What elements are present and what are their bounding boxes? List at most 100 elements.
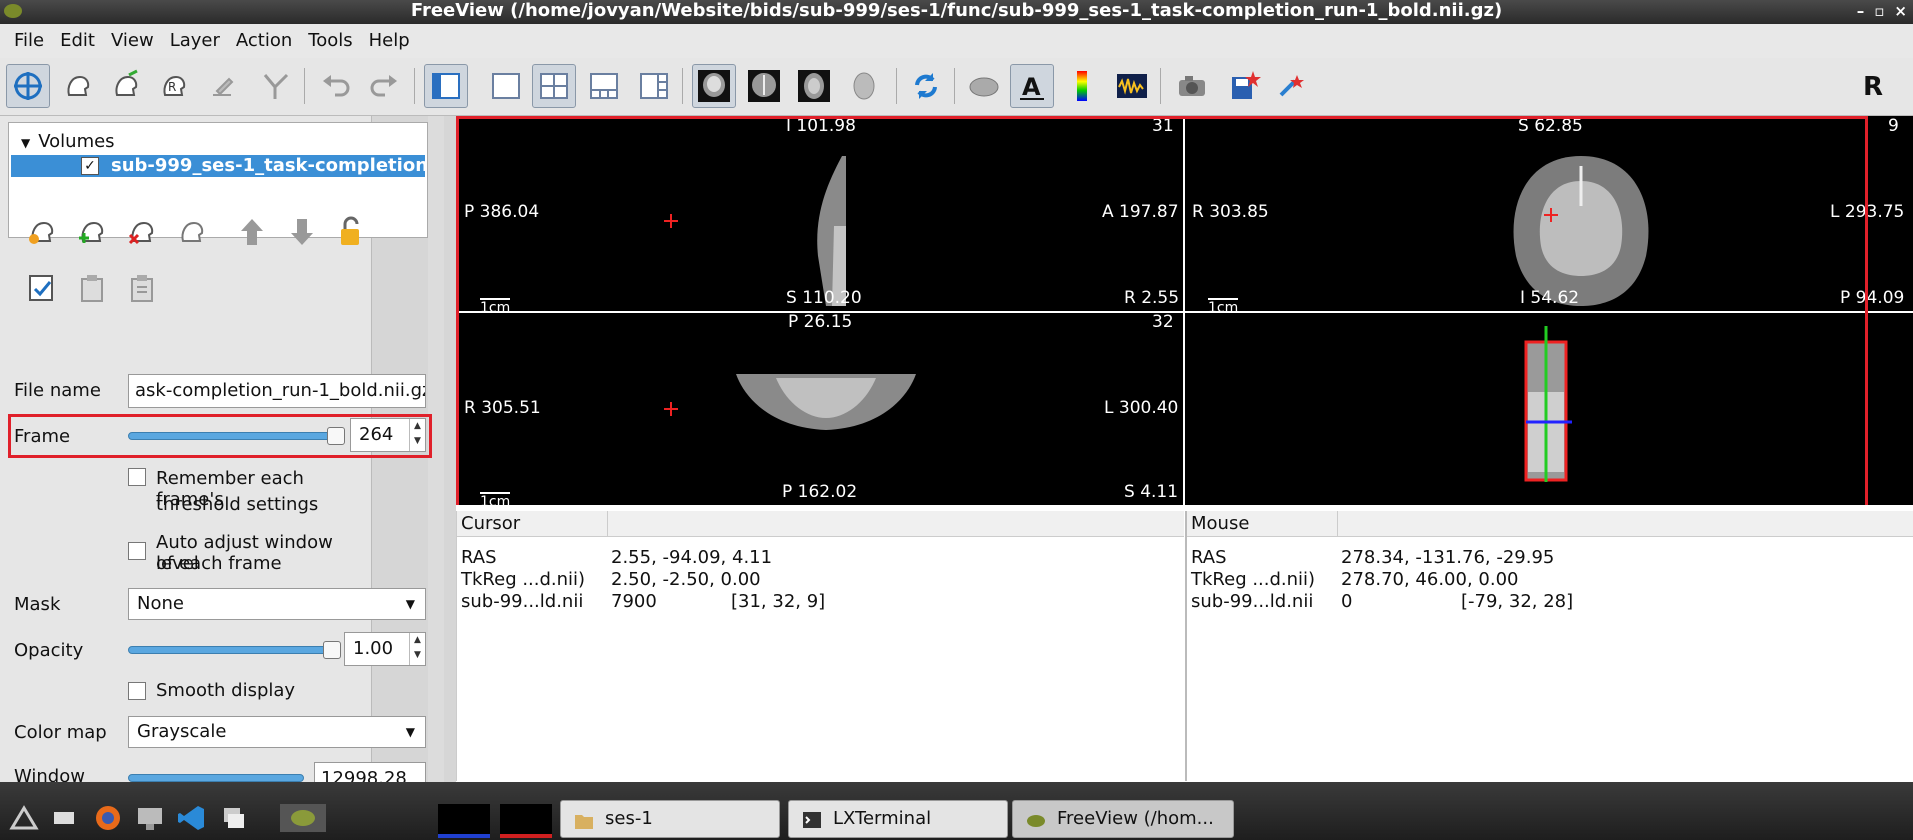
menu-action[interactable]: Action	[228, 24, 300, 58]
navigate-icon[interactable]	[6, 64, 50, 108]
freeview-launcher-icon[interactable]	[278, 802, 328, 834]
view-axial-icon[interactable]	[792, 64, 836, 108]
freeview-icon	[1027, 815, 1045, 827]
copy-icon[interactable]	[72, 268, 112, 308]
view-sagittal-icon[interactable]	[692, 64, 736, 108]
mouse-volume-value[interactable]: 0	[1341, 591, 1352, 612]
smooth-display-checkbox[interactable]	[128, 682, 146, 700]
task-ses-1[interactable]: ses-1	[560, 800, 780, 838]
show-desktop-icon[interactable]	[48, 802, 80, 834]
taskbar: ses-1 LXTerminal FreeView (/hom...	[0, 782, 1913, 840]
menu-help[interactable]: Help	[361, 24, 418, 58]
menu-view[interactable]: View	[103, 24, 162, 58]
cursor-volume-value[interactable]: 7900	[611, 591, 657, 612]
cursor-ras-value[interactable]: 2.55, -94.09, 4.11	[611, 547, 772, 568]
mouse-row-tkreg[interactable]: TkReg ...d.nii) 278.70, 46.00, 0.00	[1191, 569, 1518, 590]
cursor-row-ras[interactable]: RAS 2.55, -94.09, 4.11	[461, 547, 772, 568]
window-switcher-icon[interactable]	[218, 802, 250, 834]
view-3d-icon[interactable]	[842, 64, 886, 108]
undo-icon[interactable]	[314, 64, 358, 108]
paste-icon[interactable]	[122, 268, 162, 308]
surface-icon[interactable]	[962, 64, 1006, 108]
recon-edit-icon[interactable]	[104, 64, 148, 108]
pointset-edit-icon[interactable]	[200, 64, 244, 108]
layout-1-3h-icon[interactable]	[632, 64, 676, 108]
snapshot-icon[interactable]	[1170, 64, 1214, 108]
task-freeview[interactable]: FreeView (/hom...	[1012, 800, 1234, 838]
layer-item-bold[interactable]: sub-999_ses-1_task-completion_run-1_bold	[11, 155, 425, 177]
task-lxterminal[interactable]: LXTerminal	[788, 800, 1008, 838]
mouse-ras-value[interactable]: 278.34, -131.76, -29.95	[1341, 547, 1554, 568]
new-volume-icon[interactable]	[22, 212, 62, 252]
render-view-area[interactable]: I 101.98 31 P 386.04 A 197.87 S 110.20 R…	[456, 116, 1913, 636]
mouse-row-ras[interactable]: RAS 278.34, -131.76, -29.95	[1191, 547, 1554, 568]
transform-icon[interactable]	[1270, 64, 1314, 108]
mouse-tkreg-label: TkReg ...d.nii)	[1191, 569, 1316, 590]
frame-spinbox[interactable]: 264 ▲ ▼	[350, 418, 426, 452]
cursor-row-volume[interactable]: sub-99...ld.nii 7900 [31, 32, 9]	[461, 591, 825, 612]
mouse-tkreg-value[interactable]: 278.70, 46.00, 0.00	[1341, 569, 1518, 590]
opacity-slider[interactable]	[128, 646, 332, 654]
lock-icon[interactable]	[330, 212, 370, 252]
cursor-tkreg-value[interactable]: 2.50, -2.50, 0.00	[611, 569, 761, 590]
monitor-icon[interactable]	[134, 802, 166, 834]
window-slider[interactable]	[128, 774, 304, 782]
frame-slider[interactable]	[128, 432, 338, 440]
firefox-icon[interactable]	[92, 802, 124, 834]
colormap-dropdown[interactable]: Grayscale ▼	[128, 716, 426, 748]
filename-field[interactable]: ask-completion_run-1_bold.nii.gz	[128, 374, 426, 408]
layout-1-3-icon[interactable]	[582, 64, 626, 108]
move-down-icon[interactable]	[282, 212, 322, 252]
smooth-display-label: Smooth display	[156, 680, 296, 701]
layer-group-label: Volumes	[38, 131, 115, 152]
save-icon[interactable]	[1222, 64, 1266, 108]
select-all-icon[interactable]	[22, 268, 62, 308]
layer-visible-checkbox[interactable]: ✓	[81, 157, 99, 175]
vscode-icon[interactable]	[176, 802, 208, 834]
annotation-icon[interactable]: A	[1010, 64, 1054, 108]
toggle-panel-icon[interactable]	[424, 64, 468, 108]
layout-1x1-icon[interactable]	[484, 64, 528, 108]
load-volume-icon[interactable]	[72, 212, 112, 252]
start-menu-icon[interactable]	[8, 802, 40, 834]
close-button[interactable]: ×	[1894, 0, 1907, 22]
remember-frame-label-2: threshold settings	[156, 494, 319, 515]
reset-view-icon[interactable]	[904, 64, 948, 108]
voxel-edit-icon[interactable]	[56, 64, 100, 108]
cursor-info-panel: Cursor RAS 2.55, -94.09, 4.11 TkReg ...d.…	[456, 511, 1184, 781]
waveform-icon[interactable]	[1110, 64, 1154, 108]
opacity-slider-handle[interactable]	[323, 641, 341, 659]
mouse-row-volume[interactable]: sub-99...ld.nii 0 [-79, 32, 28]	[1191, 591, 1573, 612]
roi-edit-icon[interactable]: R	[152, 64, 196, 108]
close-volume-icon[interactable]	[122, 212, 162, 252]
menu-layer[interactable]: Layer	[162, 24, 228, 58]
opacity-spin-arrows-icon[interactable]: ▲ ▼	[409, 633, 425, 665]
chevron-down-icon: ▼	[405, 725, 415, 739]
remember-frame-checkbox[interactable]	[128, 468, 146, 486]
frame-spin-arrows-icon[interactable]: ▲ ▼	[409, 419, 425, 451]
mask-dropdown[interactable]: None ▼	[128, 588, 426, 620]
colorbar-icon[interactable]	[1060, 64, 1104, 108]
layout-2x2-icon[interactable]	[532, 64, 576, 108]
save-volume-icon[interactable]	[172, 212, 212, 252]
window-field[interactable]: 12998.28	[314, 762, 426, 782]
contour-icon[interactable]	[254, 64, 298, 108]
redo-icon[interactable]	[362, 64, 406, 108]
menu-tools[interactable]: Tools	[300, 24, 360, 58]
move-up-icon[interactable]	[232, 212, 272, 252]
frame-slider-handle[interactable]	[326, 427, 345, 445]
task-ses-1-label: ses-1	[605, 808, 653, 829]
menu-edit[interactable]: Edit	[52, 24, 103, 58]
cursor-volume-voxel[interactable]: [31, 32, 9]	[731, 591, 825, 612]
opacity-spinbox[interactable]: 1.00 ▲ ▼	[344, 632, 426, 666]
layer-group-volumes[interactable]: ▼ Volumes	[21, 131, 115, 152]
expand-icon[interactable]: ▼	[21, 136, 30, 150]
menu-file[interactable]: File	[6, 24, 52, 58]
auto-adjust-checkbox[interactable]	[128, 542, 146, 560]
main-toolbar: R A R	[0, 58, 1913, 116]
mouse-volume-voxel[interactable]: [-79, 32, 28]	[1461, 591, 1573, 612]
maximize-button[interactable]: ▫	[1874, 0, 1884, 22]
view-coronal-icon[interactable]	[742, 64, 786, 108]
minimize-button[interactable]: –	[1857, 0, 1865, 22]
cursor-row-tkreg[interactable]: TkReg ...d.nii) 2.50, -2.50, 0.00	[461, 569, 761, 590]
